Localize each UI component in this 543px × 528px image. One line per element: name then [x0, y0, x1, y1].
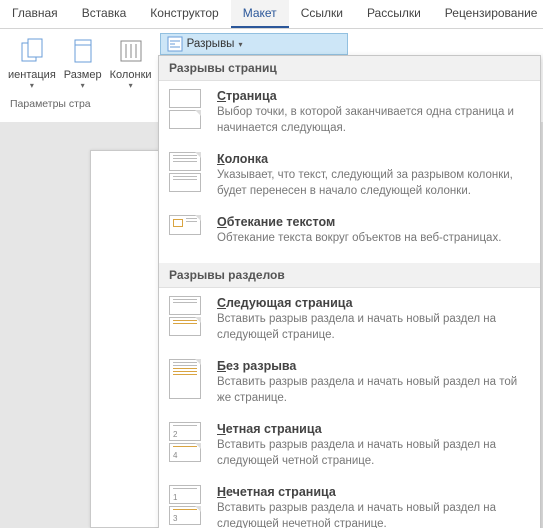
section-even-icon: 2 4 — [169, 422, 205, 462]
section-odd-title: Нечетная страница — [217, 485, 530, 499]
section-even-title: Четная страница — [217, 422, 530, 436]
break-page[interactable]: Страница Выбор точки, в которой заканчив… — [159, 81, 540, 144]
section-continuous-desc: Вставить разрыв раздела и начать новый р… — [217, 375, 530, 406]
break-column[interactable]: Колонка Указывает, что текст, следующий … — [159, 144, 540, 207]
column-break-icon — [169, 152, 205, 192]
columns-label: Колонки — [110, 69, 152, 81]
orientation-icon — [16, 35, 48, 67]
break-column-desc: Указывает, что текст, следующий за разры… — [217, 168, 530, 199]
break-wrap-desc: Обтекание текста вокруг объектов на веб-… — [217, 231, 530, 247]
section-next-page[interactable]: Следующая страница Вставить разрыв разде… — [159, 288, 540, 351]
section-even-desc: Вставить разрыв раздела и начать новый р… — [217, 438, 530, 469]
break-column-title: Колонка — [217, 152, 530, 166]
page-breaks-header: Разрывы страниц — [159, 56, 540, 81]
break-wrap-title: Обтекание текстом — [217, 215, 530, 229]
ribbon-tabs: Главная Вставка Конструктор Макет Ссылки… — [0, 0, 543, 29]
break-page-desc: Выбор точки, в которой заканчивается одн… — [217, 105, 530, 136]
columns-button[interactable]: Колонки ▾ — [106, 33, 156, 92]
tab-layout[interactable]: Макет — [231, 0, 289, 28]
break-page-title: Страница — [217, 89, 530, 103]
size-label: Размер — [64, 69, 102, 81]
section-odd-page[interactable]: 1 3 Нечетная страница Вставить разрыв ра… — [159, 477, 540, 528]
chevron-down-icon: ▾ — [81, 81, 85, 90]
tab-design[interactable]: Конструктор — [138, 0, 230, 28]
section-breaks-header: Разрывы разделов — [159, 263, 540, 288]
tab-insert[interactable]: Вставка — [70, 0, 139, 28]
breaks-button[interactable]: Разрывы ▾ — [160, 33, 349, 55]
section-odd-icon: 1 3 — [169, 485, 205, 525]
page-break-icon — [169, 89, 205, 129]
document-page[interactable] — [90, 150, 160, 528]
chevron-down-icon: ▾ — [30, 81, 34, 90]
section-continuous[interactable]: Без разрыва Вставить разрыв раздела и на… — [159, 351, 540, 414]
break-text-wrapping[interactable]: Обтекание текстом Обтекание текста вокру… — [159, 207, 540, 263]
tab-references[interactable]: Ссылки — [289, 0, 355, 28]
section-next-icon — [169, 296, 205, 336]
ribbon: иентация ▾ Размер ▾ Колонки ▾ Параметры … — [0, 29, 543, 112]
section-continuous-title: Без разрыва — [217, 359, 530, 373]
section-next-title: Следующая страница — [217, 296, 530, 310]
section-next-desc: Вставить разрыв раздела и начать новый р… — [217, 312, 530, 343]
tab-home[interactable]: Главная — [0, 0, 70, 28]
tab-review[interactable]: Рецензирование — [433, 0, 543, 28]
size-button[interactable]: Размер ▾ — [60, 33, 106, 92]
chevron-down-icon: ▾ — [129, 81, 133, 90]
size-icon — [67, 35, 99, 67]
breaks-label: Разрывы — [187, 38, 235, 50]
tab-mailings[interactable]: Рассылки — [355, 0, 433, 28]
section-odd-desc: Вставить разрыв раздела и начать новый р… — [217, 501, 530, 528]
page-setup-group-label: Параметры стра — [4, 96, 156, 112]
breaks-dropdown: Разрывы страниц Страница Выбор точки, в … — [158, 55, 541, 528]
orientation-button[interactable]: иентация ▾ — [4, 33, 60, 92]
text-wrap-icon — [169, 215, 205, 255]
chevron-down-icon: ▾ — [238, 40, 242, 49]
columns-icon — [115, 35, 147, 67]
section-even-page[interactable]: 2 4 Четная страница Вставить разрыв разд… — [159, 414, 540, 477]
orientation-label: иентация — [8, 69, 56, 81]
section-continuous-icon — [169, 359, 205, 399]
breaks-icon — [167, 36, 183, 52]
